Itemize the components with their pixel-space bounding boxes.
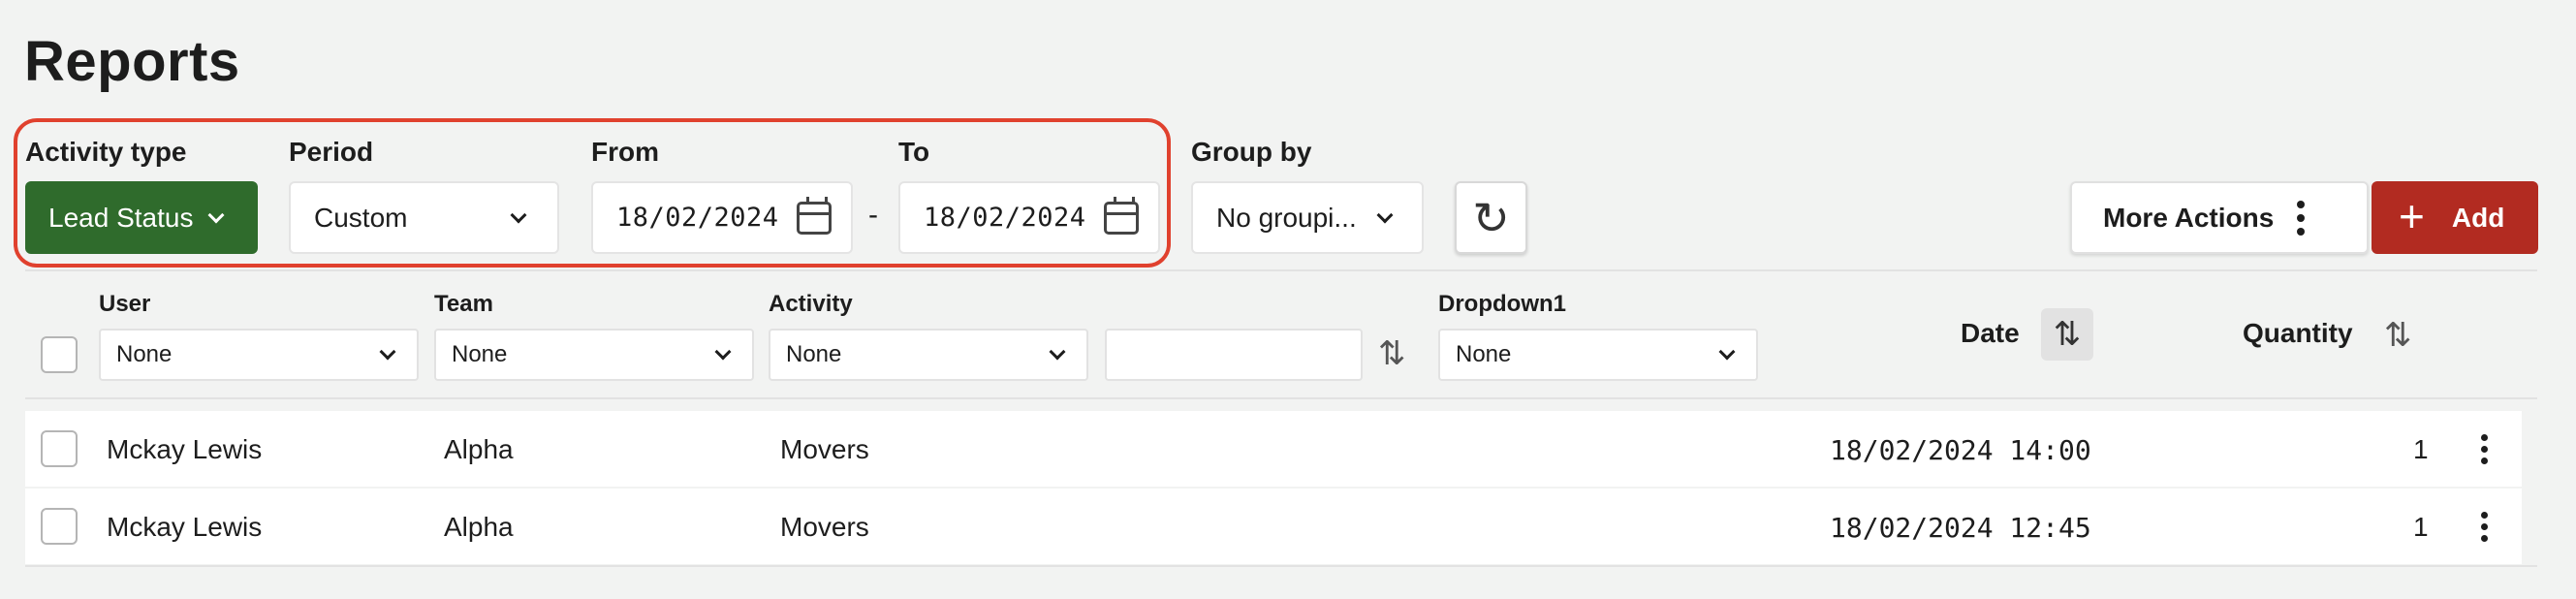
dropdown1-filter-value: None: [1456, 341, 1512, 367]
vertical-dots-icon: [2297, 200, 2306, 236]
from-label: From: [591, 137, 659, 167]
row-team: Alpha: [444, 512, 514, 542]
row-quantity: 1: [2413, 512, 2429, 542]
more-actions-button[interactable]: More Actions: [2070, 181, 2369, 254]
team-filter-select[interactable]: None: [434, 329, 754, 381]
row-menu-icon[interactable]: [2481, 434, 2488, 464]
from-date-input[interactable]: 18/02/2024: [591, 181, 853, 254]
activity-type-value: Lead Status: [48, 202, 194, 233]
chevron-down-icon: [207, 206, 225, 223]
row-user: Mckay Lewis: [107, 434, 263, 464]
chevron-down-icon: [1376, 206, 1394, 223]
page-title: Reports: [24, 30, 240, 93]
filter-divider: [25, 397, 2537, 399]
date-column-header[interactable]: Date: [1961, 318, 2020, 349]
dropdown1-column-label: Dropdown1: [1438, 291, 1566, 317]
dropdown1-filter-select[interactable]: None: [1438, 329, 1758, 381]
plus-icon: +: [2399, 190, 2425, 241]
period-value: Custom: [314, 202, 408, 233]
row-menu-icon[interactable]: [2481, 512, 2488, 542]
quantity-sort-icon[interactable]: ⇅: [2384, 316, 2412, 355]
to-label: To: [898, 137, 930, 167]
table-bottom-divider: [25, 565, 2537, 567]
activity-type-dropdown[interactable]: Lead Status: [25, 181, 258, 254]
group-by-dropdown[interactable]: No groupi...: [1191, 181, 1424, 254]
chevron-down-icon: [1049, 343, 1066, 361]
calendar-icon[interactable]: [797, 196, 832, 235]
refresh-icon: ↻: [1472, 192, 1510, 243]
header-divider: [25, 269, 2537, 271]
row-date: 18/02/2024 14:00: [1830, 434, 2091, 466]
chevron-down-icon: [1718, 343, 1736, 361]
text-filter-input[interactable]: [1105, 329, 1363, 381]
group-by-label: Group by: [1191, 137, 1312, 167]
add-button[interactable]: + Add: [2372, 181, 2538, 254]
row-activity: Movers: [780, 434, 869, 464]
chevron-down-icon: [714, 343, 732, 361]
date-sort-button[interactable]: ⇅: [2041, 308, 2093, 361]
more-actions-label: More Actions: [2103, 202, 2275, 233]
calendar-icon[interactable]: [1104, 196, 1139, 235]
user-column-label: User: [99, 291, 151, 317]
row-checkbox[interactable]: [41, 430, 78, 467]
select-all-checkbox[interactable]: [41, 336, 78, 373]
row-quantity: 1: [2413, 434, 2429, 464]
chevron-down-icon: [379, 343, 396, 361]
activity-filter-value: None: [786, 341, 842, 367]
from-date-value: 18/02/2024: [616, 203, 779, 233]
to-date-value: 18/02/2024: [924, 203, 1086, 233]
date-range-separator: -: [868, 199, 878, 231]
activity-filter-select[interactable]: None: [769, 329, 1088, 381]
add-label: Add: [2451, 202, 2505, 233]
row-date: 18/02/2024 12:45: [1830, 512, 2091, 544]
row-checkbox[interactable]: [41, 508, 78, 545]
group-by-value: No groupi...: [1216, 202, 1357, 233]
user-filter-value: None: [116, 341, 173, 367]
activity-type-label: Activity type: [25, 137, 187, 167]
quantity-column-header[interactable]: Quantity: [2243, 318, 2353, 349]
row-user: Mckay Lewis: [107, 512, 263, 542]
table-row[interactable]: Mckay Lewis Alpha Movers 18/02/2024 12:4…: [25, 489, 2522, 564]
user-filter-select[interactable]: None: [99, 329, 419, 381]
to-date-input[interactable]: 18/02/2024: [898, 181, 1160, 254]
chevron-down-icon: [510, 206, 527, 223]
row-team: Alpha: [444, 434, 514, 464]
period-label: Period: [289, 137, 374, 167]
row-activity: Movers: [780, 512, 869, 542]
sort-icon: ⇅: [2053, 316, 2082, 353]
refresh-button[interactable]: ↻: [1455, 181, 1527, 254]
team-column-label: Team: [434, 291, 493, 317]
sort-icon[interactable]: ⇅: [1378, 334, 1406, 373]
activity-column-label: Activity: [769, 291, 853, 317]
period-dropdown[interactable]: Custom: [289, 181, 559, 254]
table-row[interactable]: Mckay Lewis Alpha Movers 18/02/2024 14:0…: [25, 411, 2522, 487]
team-filter-value: None: [452, 341, 508, 367]
